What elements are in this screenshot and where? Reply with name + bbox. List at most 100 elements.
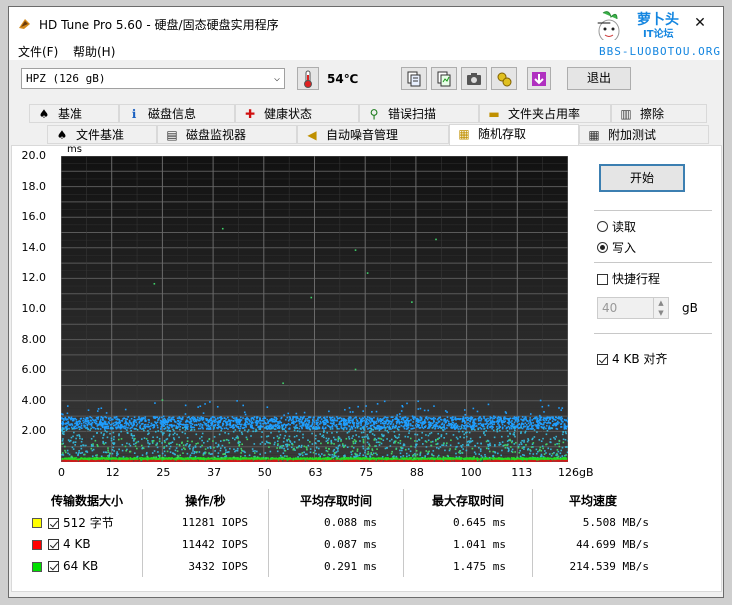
data-point [391,426,394,428]
data-point [352,411,354,413]
data-point [336,427,339,430]
data-point [80,422,83,425]
options-button[interactable] [491,67,517,90]
tab-health[interactable]: ✚ 健康状态 [235,104,359,123]
data-point [366,423,368,425]
menu-help[interactable]: 帮助(H) [73,43,115,60]
data-point [70,423,72,425]
data-point [360,419,362,421]
drive-select[interactable]: HPZ (126 gB) ⌵ [21,68,285,89]
data-point [444,449,446,452]
data-point [473,421,476,424]
data-point [441,444,443,446]
health-icon: ✚ [244,107,256,121]
data-point [219,447,222,450]
data-point [223,427,226,430]
data-point [336,431,338,434]
data-point [238,423,241,425]
data-point [75,422,78,424]
data-point [168,434,171,437]
data-point [142,417,145,419]
data-point [61,429,63,431]
tab-disk-info[interactable]: ℹ 磁盘信息 [119,104,235,123]
tab-file-benchmark[interactable]: ♠ 文件基准 [47,125,157,144]
data-point [356,426,359,429]
minimize-button[interactable]: — [581,7,627,40]
data-point [147,445,150,448]
data-point [416,418,419,420]
close-button[interactable]: ✕ [677,7,723,40]
data-point [373,425,375,428]
data-point [277,437,280,440]
exit-button[interactable]: 退出 [567,67,631,90]
tab-error-scan[interactable]: ⚲ 错误扫描 [359,104,479,123]
copy-info-button[interactable] [401,67,427,90]
data-point [298,439,301,441]
data-point [501,457,503,460]
data-point [446,424,449,427]
data-point [300,426,303,429]
title-bar[interactable]: HD Tune Pro 5.60 - 硬盘/固态硬盘实用程序 萝卜头 IT论坛 … [9,7,723,43]
data-point [374,427,377,430]
tab-benchmark[interactable]: ♠ 基准 [29,104,119,123]
data-point [141,422,144,425]
tab-disk-monitor[interactable]: ▤ 磁盘监视器 [157,125,297,144]
data-point [439,418,442,421]
data-point [466,416,469,419]
y-tick-label: 10.0 [21,302,47,315]
data-point [278,430,280,433]
data-point [319,455,322,457]
data-point [145,438,148,440]
data-point [332,436,335,439]
data-point [329,428,332,430]
data-point [398,421,401,424]
tab-noise-management[interactable]: ◀ 自动噪音管理 [297,125,449,144]
window-title: HD Tune Pro 5.60 - 硬盘/固态硬盘实用程序 [39,18,279,32]
data-point [284,434,286,437]
data-point [268,424,271,427]
data-point [350,425,353,428]
temperature-button[interactable] [297,67,319,90]
menu-file[interactable]: 文件(F) [18,43,58,60]
data-point [373,439,376,441]
data-point [445,421,447,424]
data-point [94,439,97,442]
data-point [107,421,110,423]
tab-random-access[interactable]: ▦ 随机存取 [449,124,579,146]
screenshot-button[interactable] [461,67,487,90]
data-point [188,445,190,448]
data-point [306,418,309,420]
data-point [113,443,115,446]
data-point [233,456,235,459]
copy-results-button[interactable] [431,67,457,90]
data-point [483,415,485,418]
data-point [137,440,140,443]
data-point [273,424,275,427]
data-point [315,452,317,455]
save-button[interactable] [527,67,551,90]
data-point [559,452,562,455]
data-point [300,444,303,447]
data-point [273,443,276,446]
data-point [484,434,486,436]
data-point [536,450,539,453]
data-point [72,441,75,444]
data-point [87,417,89,419]
data-point [259,428,261,430]
data-point [199,405,202,408]
data-point [462,419,465,422]
tab-erase[interactable]: ▥ 擦除 [611,104,707,123]
data-point [159,454,161,457]
thermometer-icon [304,70,312,88]
data-point [359,427,362,430]
data-point [362,445,364,448]
data-point [493,415,495,418]
data-point [389,440,391,442]
data-point [514,435,516,438]
data-point [193,429,196,431]
data-point [236,448,239,450]
data-point [116,418,119,420]
tab-folder-usage[interactable]: ▬ 文件夹占用率 [479,104,611,123]
data-point [102,451,105,454]
tab-extra-tests[interactable]: ▦ 附加测试 [579,125,709,144]
